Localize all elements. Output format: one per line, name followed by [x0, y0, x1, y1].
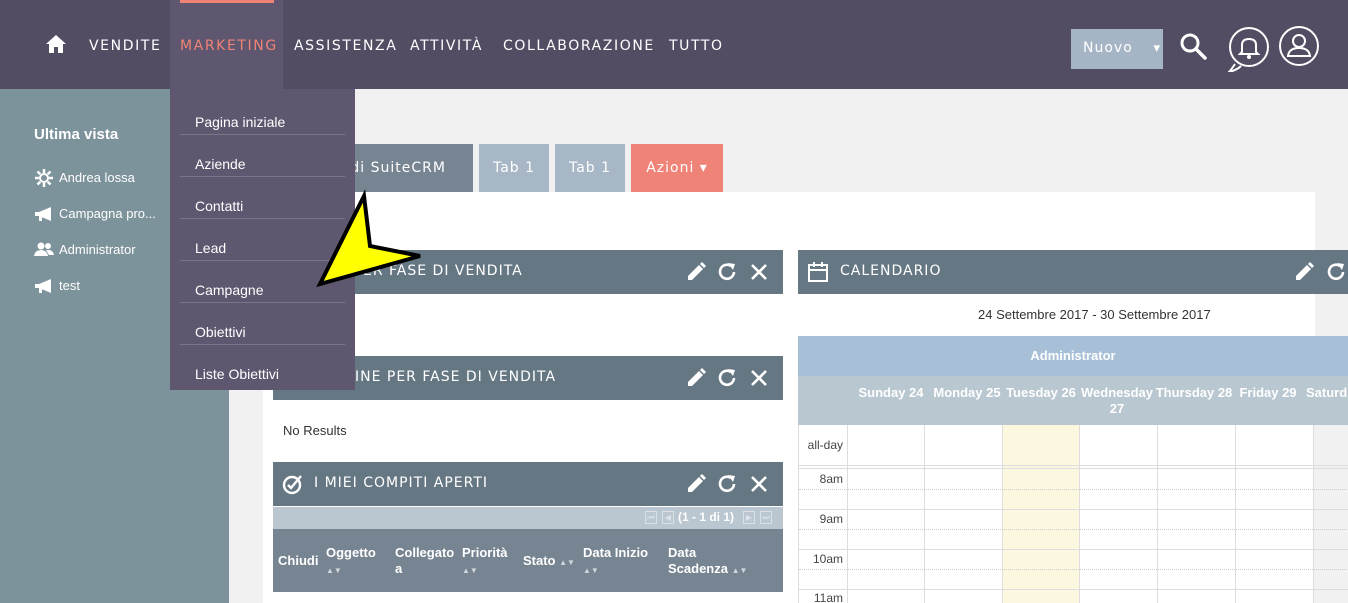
- calendar-user: Administrator: [798, 336, 1348, 376]
- nav-tutto[interactable]: TUTTO: [669, 38, 724, 54]
- search-icon[interactable]: [1179, 32, 1207, 60]
- close-icon[interactable]: [747, 472, 771, 496]
- refresh-icon[interactable]: [715, 472, 739, 496]
- sidebar-title: Ultima vista: [34, 126, 119, 143]
- megaphone-icon: [35, 207, 51, 221]
- nav-vendite[interactable]: VENDITE: [89, 38, 161, 54]
- menu-item-aziende[interactable]: Aziende: [180, 144, 345, 186]
- refresh-icon[interactable]: [715, 366, 739, 390]
- tab-1[interactable]: Tab 1: [479, 144, 549, 192]
- dashlet-title: I MIEI COMPITI APERTI: [314, 475, 489, 491]
- no-results-text: No Results: [283, 423, 347, 438]
- sort-icon: ▲▼: [462, 566, 478, 575]
- day-header: Tuesday 26: [1006, 385, 1076, 400]
- day-header-line-2: 27: [1109, 401, 1125, 416]
- dashlet-tasks-header: I MIEI COMPITI APERTI: [273, 462, 783, 506]
- col-data-inizio-label: Data Inizio: [583, 545, 649, 560]
- day-header: Monday 25: [933, 385, 1001, 400]
- close-icon[interactable]: [747, 366, 771, 390]
- sidebar-item-label: Administrator: [59, 242, 136, 257]
- marketing-active-indicator: [180, 0, 274, 3]
- sidebar-item-label: test: [59, 278, 80, 293]
- day-header: Saturd: [1306, 385, 1348, 400]
- day-header: Sunday 24: [858, 385, 924, 400]
- menu-item-pagina-iniziale[interactable]: Pagina iniziale: [180, 102, 345, 144]
- new-button[interactable]: Nuovo ▾: [1071, 29, 1163, 69]
- col-oggetto-label: Oggetto: [326, 545, 376, 560]
- last-page-icon[interactable]: ⏭: [760, 511, 772, 524]
- annotation-arrow-icon: [316, 189, 421, 288]
- tab-2[interactable]: Tab 1: [555, 144, 625, 192]
- calendar-day-headers: Sunday 24 Monday 25 Tuesday 26 Wednesday…: [798, 376, 1348, 425]
- day-header: Wednesday 27: [1078, 385, 1156, 417]
- col-data-scadenza[interactable]: Data Scadenza ▲▼: [668, 545, 747, 579]
- col-priorita[interactable]: Priorità ▲▼: [462, 545, 508, 579]
- megaphone-icon: [35, 279, 51, 293]
- all-day-label: all-day: [807, 438, 843, 452]
- users-icon: [34, 242, 54, 256]
- new-button-label: Nuovo: [1083, 40, 1133, 56]
- close-icon[interactable]: [747, 260, 771, 284]
- refresh-icon[interactable]: [715, 260, 739, 284]
- sidebar-item-label: Campagna pro...: [59, 206, 156, 221]
- dashlet-title: CALENDARIO: [840, 263, 942, 279]
- col-data-inizio[interactable]: Data Inizio ▲▼: [583, 545, 648, 579]
- prev-page-icon[interactable]: ◀: [662, 511, 674, 524]
- col-data-scadenza-label-2: Scadenza: [668, 561, 728, 576]
- sort-icon: ▲▼: [326, 566, 342, 575]
- next-page-icon[interactable]: ▶: [743, 511, 755, 524]
- day-header-line-1: Wednesday: [1080, 385, 1153, 400]
- time-label: 9am: [819, 512, 843, 526]
- nav-marketing[interactable]: MARKETING: [180, 38, 278, 54]
- sort-icon: ▲▼: [731, 566, 748, 575]
- dashlet-title: INE PER FASE DI VENDITA: [355, 369, 557, 385]
- menu-item-obiettivi[interactable]: Obiettivi: [180, 312, 345, 354]
- tasks-table-header: Chiudi Oggetto ▲▼ Collegato a Priorità ▲…: [273, 529, 783, 592]
- sort-icon: ▲▼: [583, 566, 599, 575]
- first-page-icon[interactable]: ⏮: [645, 511, 657, 524]
- calendar-date-range: 24 Settembre 2017 - 30 Settembre 2017: [978, 307, 1211, 322]
- weekend-column: [1313, 425, 1348, 603]
- col-collegato: Collegato a: [395, 545, 454, 577]
- pagination-text: (1 - 1 di 1): [678, 510, 735, 524]
- sort-icon: ▲▼: [559, 558, 575, 567]
- day-header: Friday 29: [1239, 385, 1297, 400]
- col-chiudi: Chiudi: [278, 553, 319, 568]
- pagination-bar: ⏮ ◀ (1 - 1 di 1) ▶ ⏭: [273, 507, 783, 529]
- col-stato-label: Stato: [523, 553, 556, 568]
- chevron-down-icon: ▾: [1153, 41, 1161, 56]
- dashlet-calendar-header: CALENDARIO: [798, 250, 1348, 294]
- edit-icon[interactable]: [684, 260, 708, 284]
- nav-attivita[interactable]: ATTIVITÀ: [410, 38, 483, 54]
- edit-icon[interactable]: [1292, 260, 1316, 284]
- today-column: [1002, 425, 1079, 603]
- calendar-grid: all-day 8am 9am 10am 11am: [798, 425, 1348, 603]
- actions-button[interactable]: Azioni ▾: [631, 144, 723, 192]
- col-collegato-label-2: a: [395, 561, 403, 576]
- refresh-icon[interactable]: [1324, 260, 1348, 284]
- time-label: 8am: [819, 472, 843, 486]
- notification-bell-icon[interactable]: [1227, 26, 1271, 72]
- day-header: Thursday 28: [1155, 385, 1233, 400]
- sidebar-item-label: Andrea lossa: [59, 170, 135, 185]
- top-navbar: VENDITE MARKETING ASSISTENZA ATTIVITÀ CO…: [0, 0, 1348, 89]
- nav-collaborazione[interactable]: COLLABORAZIONE: [503, 38, 655, 54]
- user-avatar-icon[interactable]: [1278, 25, 1320, 67]
- menu-item-liste-obiettivi[interactable]: Liste Obiettivi: [180, 354, 345, 396]
- gear-icon: [35, 169, 53, 187]
- tasks-icon: [282, 475, 302, 495]
- edit-icon[interactable]: [684, 366, 708, 390]
- col-data-scadenza-label-1: Data: [668, 545, 697, 560]
- col-stato[interactable]: Stato ▲▼: [523, 553, 575, 571]
- col-collegato-label-1: Collegato: [395, 545, 455, 560]
- col-priorita-label: Priorità: [462, 545, 508, 560]
- time-label: 10am: [812, 552, 843, 566]
- time-label: 11am: [813, 591, 843, 603]
- edit-icon[interactable]: [684, 472, 708, 496]
- nav-assistenza[interactable]: ASSISTENZA: [294, 38, 397, 54]
- home-icon[interactable]: [45, 33, 67, 55]
- col-oggetto[interactable]: Oggetto ▲▼: [326, 545, 376, 579]
- calendar-icon: [808, 262, 828, 282]
